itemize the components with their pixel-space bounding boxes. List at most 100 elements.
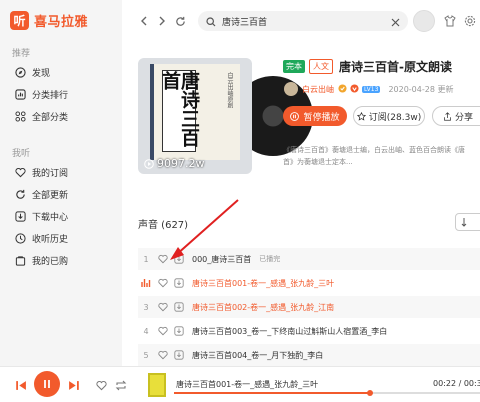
cover-side-text: 白云出岫原創 [226, 72, 233, 108]
topbar [122, 0, 480, 42]
track-row-playing[interactable]: 唐诗三百首001-卷一_感遇_张九龄_三叶 [138, 272, 480, 294]
sort-button[interactable] [455, 213, 480, 231]
track-row[interactable]: 3 唐诗三百首002-卷一_感遇_张九龄_江南 [138, 296, 480, 318]
cover-book: 唐诗三百首 白云出岫原創 [150, 64, 240, 160]
section-title-recommend: 推荐 [12, 49, 31, 59]
star-icon [356, 111, 366, 121]
player-bar: 唐诗三百首001-卷一_感遇_张九龄_三叶 00:22 / 00:34 [0, 366, 480, 402]
like-icon[interactable] [158, 326, 170, 336]
download-icon[interactable] [174, 326, 186, 336]
download-icon[interactable] [174, 302, 186, 312]
tag-category[interactable]: 人文 [309, 59, 333, 74]
sidebar-item-label: 我的订阅 [32, 169, 69, 179]
back-icon[interactable] [136, 13, 152, 29]
share-button[interactable]: 分享 [432, 106, 480, 126]
download-icon[interactable] [174, 278, 186, 288]
user-avatar[interactable] [413, 10, 435, 32]
subscribe-label: 订阅(28.3w) [368, 112, 422, 123]
playing-bars-icon [138, 278, 154, 289]
album-cover-area: 唐诗三百首 白云出岫原創 9097.2w [138, 58, 313, 174]
search-input[interactable] [222, 16, 391, 26]
track-index: 3 [143, 302, 149, 312]
pause-icon [44, 380, 50, 388]
download-icon [14, 211, 26, 223]
pause-icon [290, 111, 300, 121]
next-icon[interactable] [66, 378, 80, 392]
cover-title: 唐诗三百首 [159, 70, 200, 152]
sidebar-item-downloads[interactable]: 下载中心 [14, 210, 68, 223]
like-icon[interactable] [94, 378, 108, 392]
sidebar-item-updates[interactable]: 全部更新 [14, 188, 68, 201]
album-cover[interactable]: 唐诗三百首 白云出岫原創 9097.2w [138, 58, 252, 174]
sidebar-item-label: 分类排行 [32, 91, 69, 101]
tracks-header: 声音 (627) [138, 220, 189, 231]
pause-playback-button[interactable]: 暂停播放 [283, 106, 347, 126]
logo[interactable]: 听 喜马拉雅 [10, 11, 88, 30]
app-window: 听 喜马拉雅 推荐 发现 分类排行 全部分类 我听 我的订阅 全部更新 下载中心… [0, 0, 480, 402]
sidebar-item-label: 发现 [32, 69, 51, 79]
track-title: 唐诗三百首004_卷一_月下独酌_李白 [192, 350, 324, 360]
sidebar-item-categories[interactable]: 全部分类 [14, 110, 68, 123]
now-playing-thumbnail[interactable] [148, 373, 166, 397]
track-row[interactable]: 4 唐诗三百首003_卷一_下终南山过斛斯山人宿置酒_李白 [138, 320, 480, 342]
progress-bar[interactable] [174, 390, 480, 396]
share-icon [444, 111, 451, 121]
logo-icon: 听 [10, 11, 29, 30]
logo-text: 喜马拉雅 [34, 15, 89, 30]
grid-icon [14, 111, 26, 123]
refresh-icon[interactable] [172, 13, 188, 29]
track-index: 1 [143, 254, 149, 264]
pause-button[interactable] [34, 371, 60, 397]
sidebar-item-label: 收听历史 [32, 235, 69, 245]
sort-icon [461, 218, 467, 227]
like-icon[interactable] [158, 302, 170, 312]
play-count: 9097.2w [144, 157, 205, 170]
sidebar-item-subscriptions[interactable]: 我的订阅 [14, 166, 68, 179]
skin-icon[interactable] [442, 13, 458, 29]
download-icon[interactable] [174, 350, 186, 360]
sidebar-item-history[interactable]: 收听历史 [14, 232, 68, 245]
sidebar-item-ranking[interactable]: 分类排行 [14, 88, 68, 101]
settings-icon[interactable] [462, 13, 478, 29]
album-title: 唐诗三百首-原文朗读 [339, 60, 452, 74]
clear-search-icon[interactable] [391, 12, 400, 31]
sidebar-item-discover[interactable]: 发现 [14, 66, 50, 79]
sidebar: 听 喜马拉雅 推荐 发现 分类排行 全部分类 我听 我的订阅 全部更新 下载中心… [0, 0, 122, 366]
album-title-row: 完本 人文 唐诗三百首-原文朗读 [283, 58, 452, 75]
section-title-mine: 我听 [12, 149, 31, 159]
previous-icon[interactable] [14, 378, 28, 392]
track-title: 唐诗三百首002-卷一_感遇_张九龄_江南 [192, 302, 335, 312]
now-playing-title: 唐诗三百首001-卷一_感遇_张九龄_三叶 [176, 380, 319, 389]
like-icon[interactable] [158, 350, 170, 360]
download-icon[interactable] [174, 254, 186, 264]
author-row: 白云出岫 LV13 2020-04-28 更新 [284, 82, 453, 96]
refresh-icon [14, 189, 26, 201]
update-date: 2020-04-28 更新 [388, 84, 454, 94]
author-name[interactable]: 白云出岫 [302, 84, 334, 95]
sidebar-item-purchased[interactable]: 我的已购 [14, 254, 68, 267]
progress-handle[interactable] [366, 390, 373, 396]
description-line: 首》为蘅塘退士定本... [283, 158, 353, 166]
forward-icon[interactable] [154, 13, 170, 29]
heart-icon [14, 167, 26, 179]
loop-icon[interactable] [114, 378, 128, 392]
level-badge: LV13 [362, 85, 381, 93]
track-index: 5 [143, 350, 149, 360]
search-box [198, 11, 408, 31]
track-played-status: 已播完 [259, 255, 281, 263]
like-icon[interactable] [158, 254, 170, 264]
ranking-icon [14, 89, 26, 101]
track-title: 000_唐诗三百首 [192, 254, 252, 264]
tag-finished: 完本 [283, 60, 305, 73]
compass-icon [14, 67, 26, 79]
track-title: 唐诗三百首001-卷一_感遇_张九龄_三叶 [192, 278, 335, 288]
sidebar-item-label: 我的已购 [32, 257, 69, 267]
author-avatar[interactable] [284, 82, 298, 96]
sidebar-item-label: 全部更新 [32, 191, 69, 201]
playback-time: 00:22 / 00:34 [433, 379, 480, 388]
like-icon[interactable] [158, 278, 170, 288]
track-row[interactable]: 5 唐诗三百首004_卷一_月下独酌_李白 [138, 344, 480, 366]
track-row[interactable]: 1 000_唐诗三百首 已播完 [138, 248, 480, 270]
verified-icon [338, 83, 347, 95]
subscribe-button[interactable]: 订阅(28.3w) [353, 106, 425, 126]
